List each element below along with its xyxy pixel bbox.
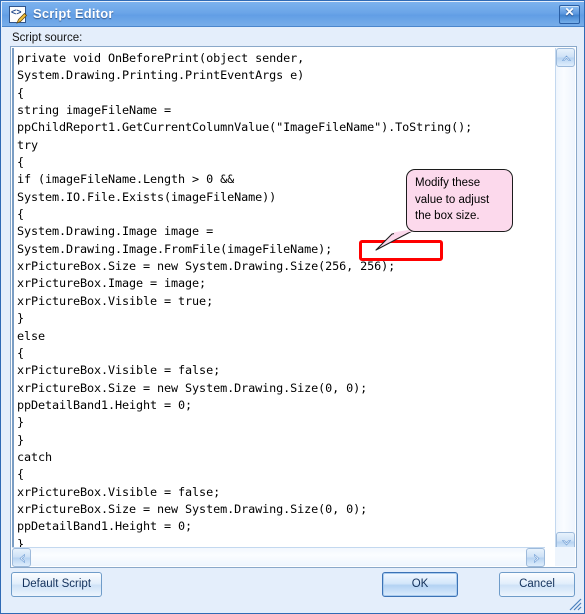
close-button[interactable]: ✕ [559, 5, 580, 24]
vertical-scrollbar[interactable] [555, 48, 575, 551]
ok-button[interactable]: OK [382, 572, 458, 597]
chevron-right-icon [534, 553, 540, 564]
default-script-button[interactable]: Default Script [11, 572, 102, 597]
code-text-area[interactable]: private void OnBeforePrint(object sender… [12, 48, 545, 551]
scroll-right-button[interactable] [526, 548, 545, 567]
chevron-left-icon [19, 553, 25, 564]
chevron-up-icon [561, 55, 572, 61]
scroll-left-button[interactable] [12, 548, 31, 567]
script-source-code[interactable]: private void OnBeforePrint(object sender… [14, 48, 545, 551]
cancel-button[interactable]: Cancel [499, 572, 575, 597]
scrollbar-corner [555, 547, 575, 566]
script-editor-dialog: <> Script Editor ✕ Script source: privat… [0, 0, 585, 614]
close-icon: ✕ [564, 5, 575, 19]
scroll-up-button[interactable] [556, 48, 575, 67]
script-source-label: Script source: [12, 32, 83, 44]
callout-bubble: Modify these value to adjust the box siz… [406, 169, 513, 232]
pen-icon [16, 12, 28, 24]
title-bar[interactable]: <> Script Editor ✕ [2, 2, 584, 27]
horizontal-scrollbar[interactable] [12, 547, 545, 567]
resize-grip[interactable] [568, 597, 582, 611]
callout-text: Modify these value to adjust the box siz… [415, 177, 490, 222]
window-title: Script Editor [33, 6, 114, 21]
script-document-pen-icon: <> [9, 6, 28, 24]
script-editor-frame: private void OnBeforePrint(object sender… [10, 46, 577, 568]
